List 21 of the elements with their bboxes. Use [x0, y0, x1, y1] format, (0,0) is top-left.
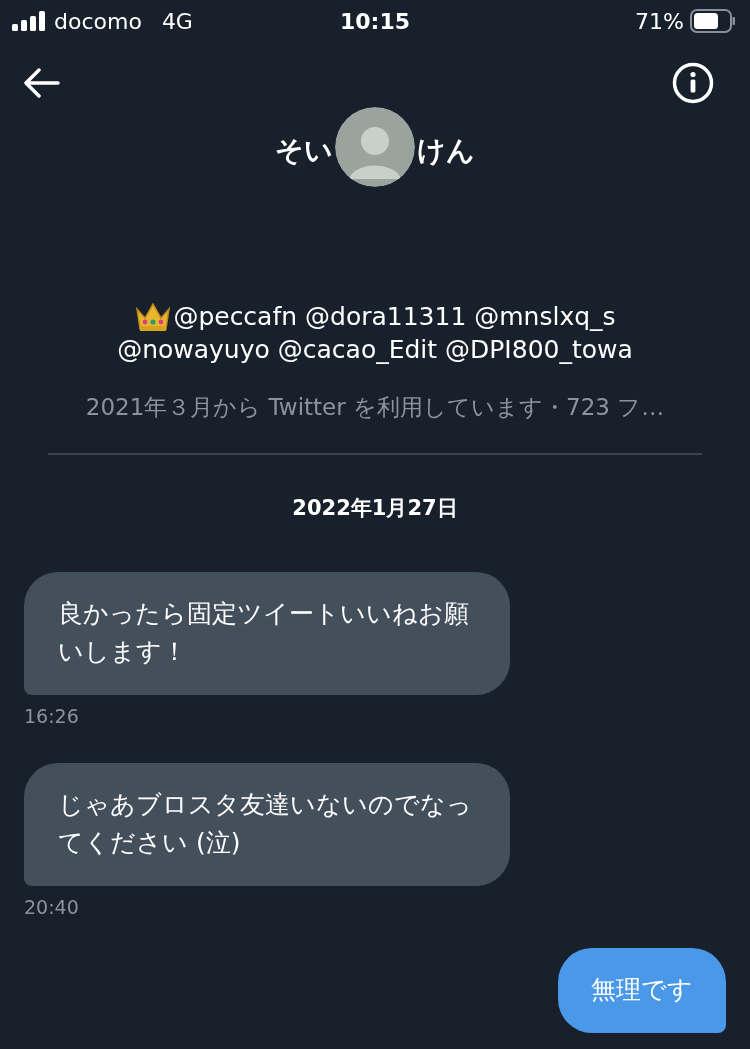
received-message-bubble: 良かったら固定ツイートいいねお願いします！	[24, 572, 510, 695]
date-separator: 2022年1月27日	[291, 495, 459, 522]
profile-joined-info: 2021年３月から Twitter を利用しています・723 フ…	[84, 393, 666, 422]
conversation-title: そい	[275, 134, 333, 168]
received-message-bubble: じゃあブロスタ友達いないのでなってください (泣)	[24, 763, 510, 886]
network-type: 4G	[161, 8, 193, 34]
carrier-name: docomo	[54, 8, 142, 34]
back-arrow-icon[interactable]	[24, 68, 60, 98]
status-time: 10:15	[339, 8, 411, 34]
info-icon[interactable]	[672, 62, 714, 104]
battery-icon	[690, 9, 736, 33]
profile-bio: @nowayuyo @cacao_Edit @DPI800_towa	[117, 334, 633, 366]
avatar[interactable]	[335, 107, 415, 187]
message-time: 20:40	[24, 896, 79, 918]
sent-message-bubble: 無理です	[558, 948, 726, 1033]
conversation-title: けん	[417, 134, 475, 168]
battery-percent: 71%	[635, 8, 684, 34]
message-time: 16:26	[24, 705, 79, 727]
signal-icon	[12, 11, 46, 31]
crown-icon	[134, 300, 173, 333]
profile-bio: @peccafn @dora11311 @mnslxq_s	[173, 301, 616, 333]
